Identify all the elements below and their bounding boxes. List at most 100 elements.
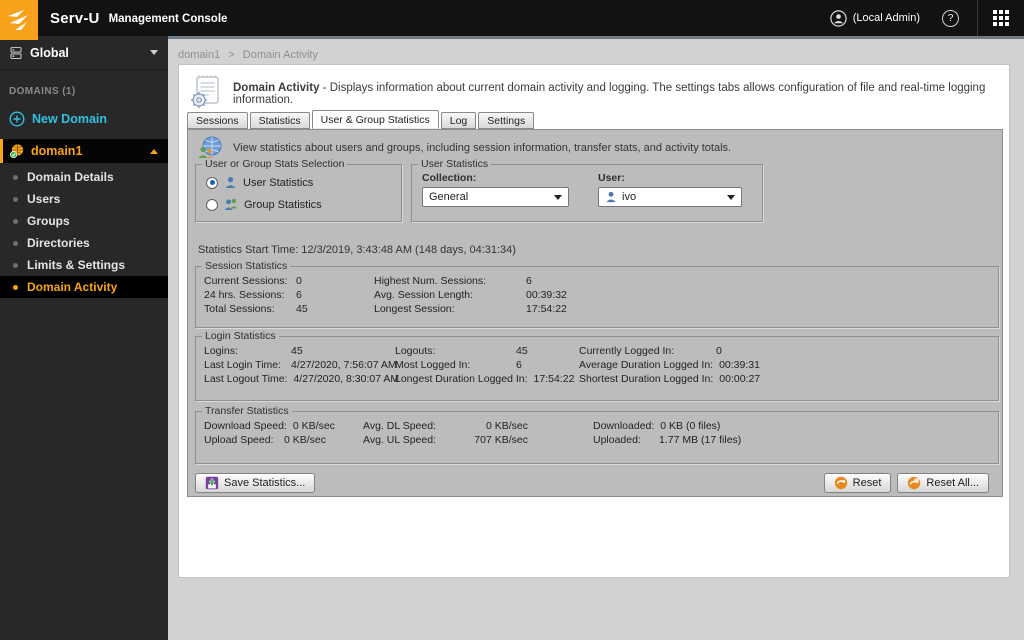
stat-row: Avg. UL Speed:707 KB/sec <box>363 433 528 447</box>
bullet-icon <box>13 241 18 246</box>
reset-label: Reset <box>853 477 882 489</box>
top-accent-strip <box>168 36 1024 39</box>
breadcrumb-separator: > <box>228 49 234 61</box>
stat-value: 0 KB/sec <box>293 419 335 433</box>
stat-value: 0 <box>716 344 722 358</box>
stat-row: Currently Logged In:0 <box>579 344 760 358</box>
groupbox-legend: User or Group Stats Selection <box>202 158 347 170</box>
panel-intro-text: View statistics about users and groups, … <box>233 142 731 154</box>
domain1-label: domain1 <box>31 144 144 158</box>
stat-value: 6 <box>516 358 522 372</box>
statbox-legend: Login Statistics <box>202 330 279 342</box>
stat-label: Current Sessions: <box>204 274 296 288</box>
stat-label: Avg. DL Speed: <box>363 419 443 433</box>
stat-row: Downloaded:0 KB (0 files) <box>593 419 741 433</box>
stat-row: Longest Session:17:54:22 <box>374 302 567 316</box>
account-menu[interactable]: (Local Admin) <box>830 10 920 27</box>
sidebar-item-directories[interactable]: Directories <box>0 232 168 254</box>
reset-all-icon <box>907 476 921 490</box>
stats-selection-groupbox: User or Group Stats Selection User Stati… <box>195 164 402 222</box>
stat-label: Most Logged In: <box>395 358 516 372</box>
collection-dropdown[interactable]: General <box>422 187 569 207</box>
sidebar-item-limits-settings[interactable]: Limits & Settings <box>0 254 168 276</box>
tab-settings[interactable]: Settings <box>478 112 534 129</box>
save-icon <box>205 476 219 490</box>
account-label: (Local Admin) <box>853 12 920 24</box>
reset-all-button[interactable]: Reset All... <box>897 473 989 493</box>
login-col-a: Logins:45Last Login Time:4/27/2020, 7:56… <box>204 344 399 386</box>
subitem-label: Domain Details <box>27 170 114 184</box>
breadcrumb-domain1[interactable]: domain1 <box>178 49 220 61</box>
session-statistics-box: Session Statistics Current Sessions:024 … <box>195 266 999 328</box>
stat-value: 45 <box>291 344 303 358</box>
bullet-icon <box>13 263 18 268</box>
breadcrumb-current: Domain Activity <box>243 49 318 61</box>
stat-row: Uploaded:1.77 MB (17 files) <box>593 433 741 447</box>
stat-row: Highest Num. Sessions:6 <box>374 274 567 288</box>
sidebar-item-domain-details[interactable]: Domain Details <box>0 166 168 188</box>
session-col-b: Highest Num. Sessions:6Avg. Session Leng… <box>374 274 567 316</box>
main-area: domain1 > Domain Activity Domain Activit… <box>168 36 1024 640</box>
stat-label: Total Sessions: <box>204 302 296 316</box>
bullet-icon <box>13 285 18 290</box>
save-statistics-button[interactable]: Save Statistics... <box>195 473 315 493</box>
caret-down-icon <box>554 195 562 200</box>
stat-value: 45 <box>296 302 308 316</box>
user-dropdown[interactable]: ivo <box>598 187 742 207</box>
reset-button[interactable]: Reset <box>824 473 892 493</box>
transfer-col-a: Download Speed:0 KB/secUpload Speed:0 KB… <box>204 419 335 447</box>
bullet-icon <box>13 197 18 202</box>
tab-statistics[interactable]: Statistics <box>250 112 310 129</box>
chevron-up-icon <box>150 149 158 154</box>
bullet-icon <box>13 219 18 224</box>
transfer-col-c: Downloaded:0 KB (0 files)Uploaded:1.77 M… <box>593 419 741 447</box>
bullet-icon <box>13 175 18 180</box>
tab-user-group-statistics[interactable]: User & Group Statistics <box>312 110 439 129</box>
sidebar-item-groups[interactable]: Groups <box>0 210 168 232</box>
server-icon <box>9 46 23 60</box>
global-label: Global <box>30 46 150 60</box>
tab-bar: Sessions Statistics User & Group Statist… <box>187 110 534 129</box>
new-domain-label: New Domain <box>32 112 107 126</box>
stat-label: Upload Speed: <box>204 433 284 447</box>
tab-log[interactable]: Log <box>441 112 477 129</box>
stat-row: Most Logged In:6 <box>395 358 574 372</box>
sidebar-item-domain-activity[interactable]: Domain Activity <box>0 276 168 298</box>
help-icon[interactable]: ? <box>942 10 959 27</box>
stat-label: 24 hrs. Sessions: <box>204 288 296 302</box>
stat-label: Logins: <box>204 344 291 358</box>
subitem-label: Groups <box>27 214 70 228</box>
stat-value: 0 <box>296 274 302 288</box>
sidebar-item-users[interactable]: Users <box>0 188 168 210</box>
stat-value: 6 <box>526 274 532 288</box>
stat-label: Logouts: <box>395 344 516 358</box>
radio-label: Group Statistics <box>244 199 322 211</box>
stat-row: Total Sessions:45 <box>204 302 308 316</box>
tab-sessions[interactable]: Sessions <box>187 112 248 129</box>
page-title: Domain Activity <box>233 82 319 94</box>
stat-value: 0 KB (0 files) <box>660 419 720 433</box>
brand-product: Management Console <box>109 13 228 25</box>
user-label: User: <box>598 172 625 184</box>
new-domain-button[interactable]: New Domain <box>0 97 168 139</box>
radio-unselected-icon[interactable] <box>206 199 218 211</box>
stat-value: 45 <box>516 344 528 358</box>
login-statistics-box: Login Statistics Logins:45Last Login Tim… <box>195 336 999 401</box>
sidebar-item-domain1[interactable]: domain1 <box>0 139 168 163</box>
login-col-c: Currently Logged In:0Average Duration Lo… <box>579 344 760 386</box>
collection-label: Collection: <box>422 172 476 184</box>
stat-label: Last Login Time: <box>204 358 291 372</box>
radio-user-statistics[interactable]: User Statistics <box>206 176 313 189</box>
radio-group-statistics[interactable]: Group Statistics <box>206 198 322 211</box>
radio-selected-icon[interactable] <box>206 177 218 189</box>
domain-subitems: Domain Details Users Groups Directories … <box>0 163 168 298</box>
user-icon <box>224 176 237 189</box>
stat-row: Avg. DL Speed:0 KB/sec <box>363 419 528 433</box>
sidebar-item-global[interactable]: Global <box>0 36 168 70</box>
topbar: Serv-U Management Console (Local Admin) … <box>0 0 1024 36</box>
save-statistics-label: Save Statistics... <box>224 477 305 489</box>
brand-name: Serv-U <box>50 10 100 27</box>
apps-grid-button[interactable] <box>978 0 1024 36</box>
user-group-statistics-panel: View statistics about users and groups, … <box>187 129 1003 497</box>
solarwinds-logo-icon[interactable] <box>0 0 38 40</box>
